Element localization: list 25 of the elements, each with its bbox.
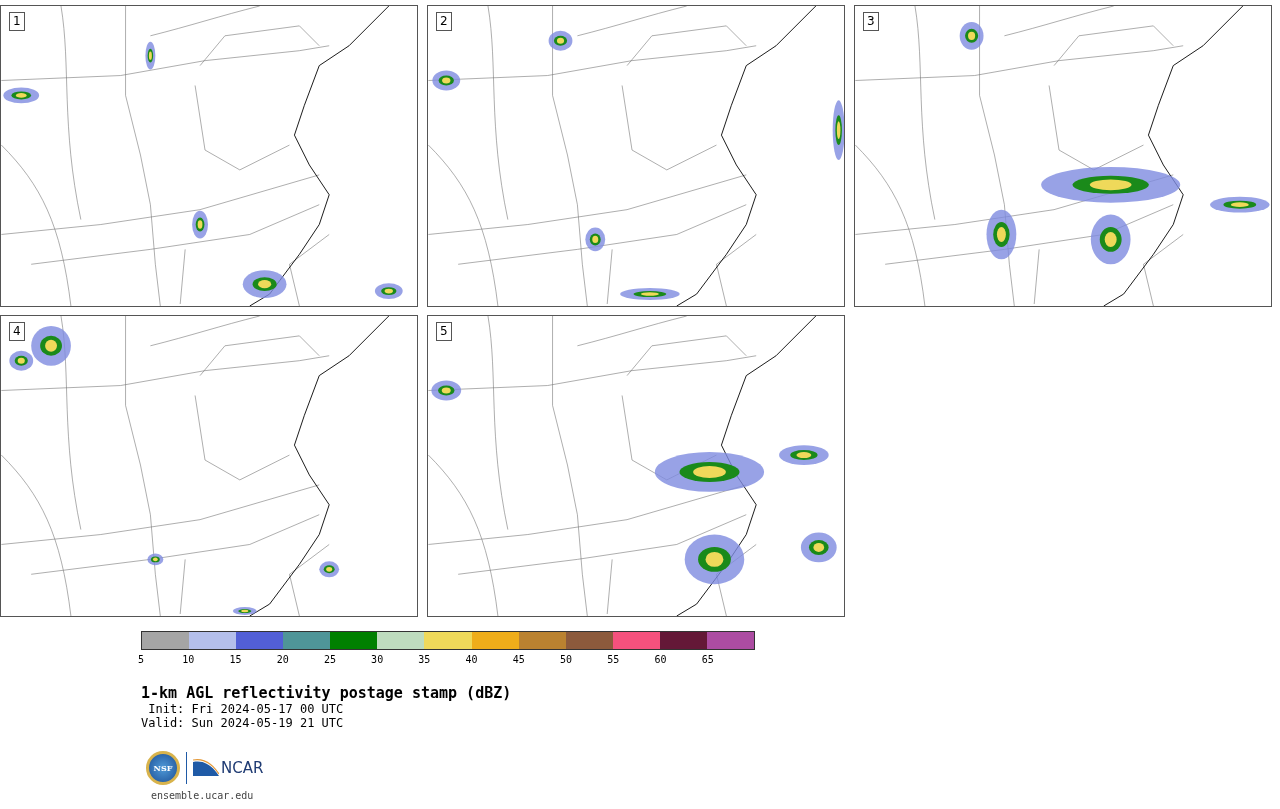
panel-number: 3 [863, 12, 879, 31]
init-time: Init: Fri 2024-05-17 00 UTC [147, 702, 345, 716]
panel-number: 4 [9, 322, 25, 341]
tick-label: 10 [182, 654, 195, 665]
ncar-logo-text: NCAR [221, 759, 264, 777]
tick-label: 65 [701, 654, 714, 665]
tick-label: 15 [229, 654, 242, 665]
panel-number: 2 [436, 12, 452, 31]
chart-title: 1-km AGL reflectivity postage stamp (dBZ) [141, 684, 513, 702]
tick-label: 45 [512, 654, 525, 665]
panel-number: 1 [9, 12, 25, 31]
tick-label: 5 [138, 654, 144, 665]
valid-time: Valid: Sun 2024-05-19 21 UTC [141, 716, 345, 730]
panel-number: 5 [436, 322, 452, 341]
website-url: ensemble.ucar.edu [151, 790, 255, 801]
tick-label: 55 [607, 654, 620, 665]
tick-label: 35 [418, 654, 431, 665]
tick-label: 20 [276, 654, 289, 665]
tick-label: 40 [465, 654, 478, 665]
tick-label: 50 [560, 654, 573, 665]
tick-label: 60 [654, 654, 667, 665]
tick-label: 30 [371, 654, 384, 665]
swoosh-icon [193, 758, 219, 778]
nsf-logo: NSF [146, 751, 180, 785]
tick-label: 25 [323, 654, 336, 665]
